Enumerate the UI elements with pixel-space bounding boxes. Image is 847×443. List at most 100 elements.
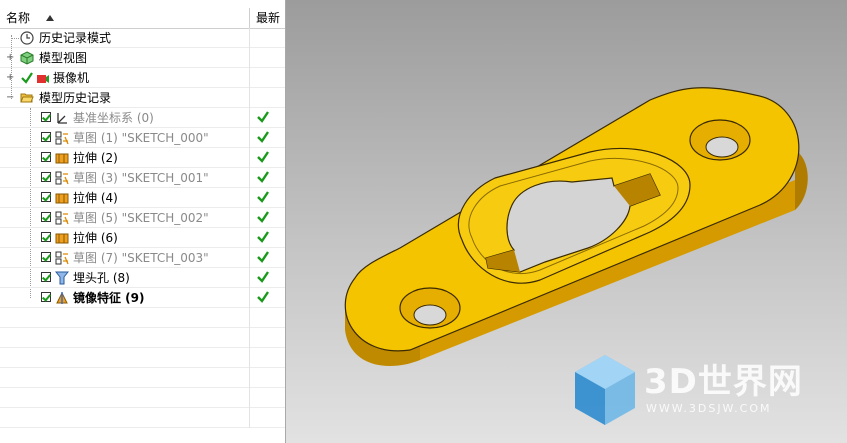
tree-row-label: 历史记录模式	[39, 31, 112, 45]
visibility-checkbox[interactable]	[41, 192, 51, 202]
tree-row-cameras[interactable]: + 摄像机	[0, 68, 285, 88]
graphics-viewport[interactable]: 3D世界网 WWW.3DSJW.COM	[286, 0, 847, 443]
tree-row-label: 基准坐标系 (0)	[73, 111, 154, 125]
watermark: 3D世界网 WWW.3DSJW.COM	[570, 350, 830, 430]
latest-check-icon	[257, 291, 269, 303]
navigator-header: 名称 最新	[0, 8, 285, 29]
visibility-checkbox[interactable]	[41, 172, 51, 182]
column-separator	[249, 168, 250, 188]
column-separator	[249, 108, 250, 128]
tree-row-label: 拉伸 (2)	[73, 151, 118, 165]
latest-check-icon	[257, 231, 269, 243]
part-navigator: 名称 最新 历史记录模式 + 模型视图 + 摄像机 − 模型历史记录 基准坐标系…	[0, 0, 286, 443]
tree-row-label: 埋头孔 (8)	[73, 271, 130, 285]
column-separator[interactable]	[249, 8, 250, 28]
tree-row-label: 草图 (3) "SKETCH_001"	[73, 171, 209, 185]
sketch-icon	[55, 131, 69, 145]
column-separator	[249, 248, 250, 268]
empty-row	[0, 308, 285, 328]
camera-icon	[37, 75, 49, 83]
mirror-feature-icon	[56, 291, 68, 304]
extrude-icon	[55, 153, 69, 164]
column-header-name[interactable]: 名称	[6, 8, 30, 28]
tree-row-extrude-6[interactable]: 拉伸 (6)	[0, 228, 285, 248]
tree-row-model-history[interactable]: − 模型历史记录	[0, 88, 285, 108]
watermark-url: WWW.3DSJW.COM	[646, 402, 772, 415]
tree-row-sketch-003[interactable]: 草图 (7) "SKETCH_003"	[0, 248, 285, 268]
sketch-icon	[55, 171, 69, 185]
latest-check-icon	[257, 271, 269, 283]
check-mark-icon	[21, 72, 33, 84]
tree-row-label: 模型历史记录	[39, 91, 112, 105]
column-separator	[249, 188, 250, 208]
sketch-icon	[55, 211, 69, 225]
tree-row-countersink-hole[interactable]: 埋头孔 (8)	[0, 268, 285, 288]
visibility-checkbox[interactable]	[41, 232, 51, 242]
latest-check-icon	[257, 171, 269, 183]
countersink-hole-icon	[55, 271, 69, 285]
column-separator	[249, 288, 250, 308]
column-separator	[249, 48, 250, 68]
latest-check-icon	[257, 111, 269, 123]
tree-row-label: 拉伸 (6)	[73, 231, 118, 245]
column-separator	[249, 328, 250, 348]
visibility-checkbox[interactable]	[41, 132, 51, 142]
folder-open-icon	[20, 93, 34, 103]
clock-icon	[20, 31, 34, 45]
tree-row-sketch-001[interactable]: 草图 (3) "SKETCH_001"	[0, 168, 285, 188]
column-separator	[249, 388, 250, 408]
tree-row-label: 模型视图	[39, 51, 88, 65]
column-separator	[249, 408, 250, 428]
extrude-icon	[55, 193, 69, 204]
visibility-checkbox[interactable]	[41, 212, 51, 222]
tree-row-datum-csys[interactable]: 基准坐标系 (0)	[0, 108, 285, 128]
tree-row-label: 摄像机	[53, 71, 90, 85]
column-separator	[249, 348, 250, 368]
tree-row-sketch-002[interactable]: 草图 (5) "SKETCH_002"	[0, 208, 285, 228]
latest-check-icon	[257, 191, 269, 203]
expand-plus-icon[interactable]: +	[6, 73, 14, 83]
tree-row-label: 草图 (5) "SKETCH_002"	[73, 211, 209, 225]
latest-check-icon	[257, 211, 269, 223]
tree-row-extrude-2[interactable]: 拉伸 (2)	[0, 148, 285, 168]
latest-check-icon	[257, 151, 269, 163]
visibility-checkbox[interactable]	[41, 272, 51, 282]
column-separator	[249, 308, 250, 328]
column-separator	[249, 128, 250, 148]
tree-row-label: 拉伸 (4)	[73, 191, 118, 205]
column-separator	[249, 148, 250, 168]
visibility-checkbox[interactable]	[41, 292, 51, 302]
extrude-icon	[55, 233, 69, 244]
column-separator	[249, 88, 250, 108]
model-view-icon	[20, 51, 34, 65]
empty-row	[0, 408, 285, 428]
column-separator	[249, 268, 250, 288]
tree-row-label: 镜像特征 (9)	[73, 291, 145, 305]
column-header-latest[interactable]: 最新	[256, 8, 280, 28]
visibility-checkbox[interactable]	[41, 152, 51, 162]
tree-row-extrude-4[interactable]: 拉伸 (4)	[0, 188, 285, 208]
watermark-brand: 3D世界网	[644, 362, 803, 402]
visibility-checkbox[interactable]	[41, 112, 51, 122]
empty-row	[0, 348, 285, 368]
tree-row-sketch-000[interactable]: 草图 (1) "SKETCH_000"	[0, 128, 285, 148]
tree-row-label: 草图 (7) "SKETCH_003"	[73, 251, 209, 265]
empty-row	[0, 388, 285, 408]
empty-row	[0, 368, 285, 388]
empty-row	[0, 328, 285, 348]
column-separator	[249, 368, 250, 388]
latest-check-icon	[257, 251, 269, 263]
tree-row-model-views[interactable]: + 模型视图	[0, 48, 285, 68]
cube-logo-icon	[575, 355, 635, 425]
sort-ascending-icon[interactable]	[46, 15, 54, 21]
column-separator	[249, 228, 250, 248]
visibility-checkbox[interactable]	[41, 252, 51, 262]
tree-row-history-mode[interactable]: 历史记录模式	[0, 28, 285, 48]
sketch-icon	[55, 251, 69, 265]
column-separator	[249, 68, 250, 88]
column-separator	[249, 208, 250, 228]
collapse-minus-icon[interactable]: −	[6, 93, 14, 103]
expand-plus-icon[interactable]: +	[6, 53, 14, 63]
tree-row-mirror-feature[interactable]: 镜像特征 (9)	[0, 288, 285, 308]
datum-csys-icon	[57, 113, 67, 124]
